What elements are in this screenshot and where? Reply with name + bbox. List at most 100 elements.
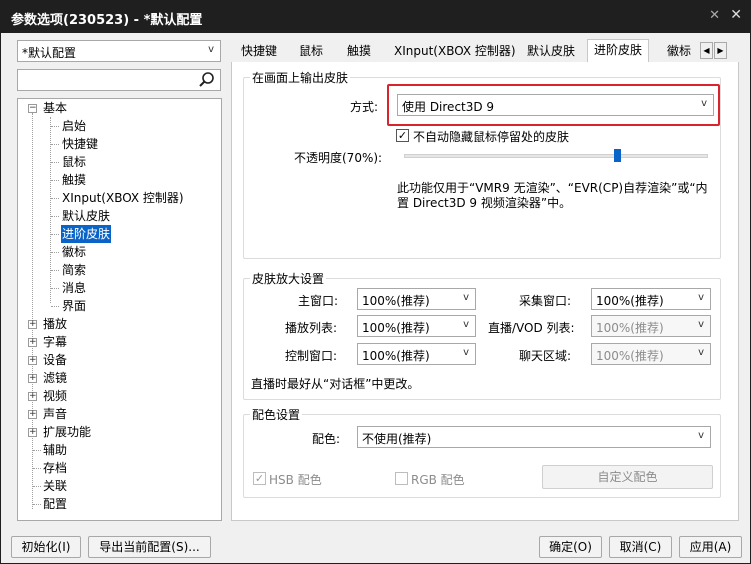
highlight-box: [387, 84, 720, 126]
tree-item-basic[interactable]: 基本: [43, 99, 67, 117]
autohide-checkbox[interactable]: ✓: [396, 129, 409, 142]
expand-icon[interactable]: +: [28, 374, 37, 383]
tree-item[interactable]: 播放: [43, 315, 67, 333]
expand-icon[interactable]: +: [28, 410, 37, 419]
tree-connector: [51, 306, 59, 307]
expand-icon[interactable]: +: [28, 392, 37, 401]
chevron-down-icon: v: [463, 319, 469, 330]
tab-xinput[interactable]: XInput(XBOX 控制器): [388, 41, 522, 62]
window-title: 参数选项(230523) - *默认配置: [11, 13, 203, 28]
tree-item[interactable]: 简索: [62, 261, 86, 279]
expand-icon[interactable]: +: [28, 320, 37, 329]
output-group-title: 在画面上输出皮肤: [250, 69, 351, 86]
settings-tree: − 基本 启始 快捷键 鼠标 触摸 XInput(XBOX 控制器) 默认皮肤 …: [17, 98, 222, 521]
live-vod-value: 100%(推荐): [596, 321, 664, 335]
search-icon[interactable]: [198, 71, 216, 92]
tree-item[interactable]: 声音: [43, 405, 67, 423]
collapse-icon[interactable]: −: [28, 104, 37, 113]
capture-window-value: 100%(推荐): [596, 294, 664, 308]
tree-connector: [51, 270, 59, 271]
tree-item[interactable]: 触摸: [62, 171, 86, 189]
search-input[interactable]: [17, 69, 221, 91]
chevron-down-icon: v: [463, 347, 469, 358]
chevron-down-icon: v: [698, 292, 704, 303]
live-vod-select: 100%(推荐) v: [591, 315, 711, 337]
tree-connector: [33, 468, 41, 469]
control-window-value: 100%(推荐): [362, 349, 430, 363]
chevron-down-icon: v: [463, 292, 469, 303]
live-vod-label: 直播/VOD 列表:: [488, 321, 575, 335]
tab-advanced-skin[interactable]: 进阶皮肤: [587, 39, 650, 62]
tree-item[interactable]: 滤镜: [43, 369, 67, 387]
rgb-label: RGB 配色: [411, 473, 465, 487]
chevron-down-icon: v: [208, 44, 214, 55]
chat-area-select: 100%(推荐) v: [591, 343, 711, 365]
tree-item[interactable]: 启始: [62, 117, 86, 135]
tree-item[interactable]: 徽标: [62, 243, 86, 261]
cancel-button[interactable]: 取消(C): [609, 536, 672, 558]
profile-select[interactable]: *默认配置 v: [17, 40, 221, 62]
main-window-value: 100%(推荐): [362, 294, 430, 308]
tab-mouse[interactable]: 鼠标: [293, 41, 329, 62]
profile-select-value: *默认配置: [22, 46, 77, 60]
tab-scroll-left-icon[interactable]: ◀: [700, 42, 713, 59]
autohide-label: 不自动隐藏鼠标停留处的皮肤: [413, 130, 570, 144]
rgb-checkbox: [395, 472, 408, 485]
apply-button[interactable]: 应用(A): [679, 536, 742, 558]
tab-touch[interactable]: 触摸: [341, 41, 377, 62]
tab-scroll-right-icon[interactable]: ▶: [714, 42, 727, 59]
hsb-checkbox: ✓: [253, 472, 266, 485]
tree-item[interactable]: 设备: [43, 351, 67, 369]
tree-connector: [33, 450, 41, 451]
tree-connector: [51, 288, 59, 289]
opacity-label: 不透明度(70%):: [294, 151, 383, 165]
tree-item[interactable]: 视频: [43, 387, 67, 405]
main-window-select[interactable]: 100%(推荐) v: [357, 288, 476, 310]
color-scheme-select[interactable]: 不使用(推荐) v: [357, 426, 711, 448]
control-window-label: 控制窗口:: [285, 349, 338, 363]
tree-connector: [51, 162, 59, 163]
chat-area-label: 聊天区域:: [519, 349, 572, 363]
close-icon[interactable]: ✕: [730, 7, 742, 23]
tree-connector: [51, 198, 59, 199]
color-scheme-label: 配色:: [312, 432, 341, 446]
title-bar: 参数选项(230523) - *默认配置 ✕ ✕: [1, 1, 750, 33]
tree-connector: [51, 234, 59, 235]
tree-item[interactable]: 辅助: [43, 441, 67, 459]
expand-icon[interactable]: +: [28, 356, 37, 365]
opacity-slider-thumb[interactable]: [613, 149, 621, 162]
tree-item[interactable]: 界面: [62, 297, 86, 315]
playlist-select[interactable]: 100%(推荐) v: [357, 315, 476, 337]
tab-default-skin[interactable]: 默认皮肤: [521, 41, 581, 62]
tree-item[interactable]: 默认皮肤: [62, 207, 110, 225]
tree-item[interactable]: 快捷键: [62, 135, 98, 153]
tree-connector: [51, 216, 59, 217]
tree-connector: [51, 252, 59, 253]
opacity-slider[interactable]: [404, 154, 708, 158]
tree-item[interactable]: 消息: [62, 279, 86, 297]
tree-connector: [33, 504, 41, 505]
chevron-down-icon: v: [698, 319, 704, 330]
tree-item[interactable]: 字幕: [43, 333, 67, 351]
tree-item[interactable]: 关联: [43, 477, 67, 495]
tree-item[interactable]: 存档: [43, 459, 67, 477]
ok-button[interactable]: 确定(O): [539, 536, 602, 558]
tree-item[interactable]: XInput(XBOX 控制器): [62, 189, 184, 207]
control-window-select[interactable]: 100%(推荐) v: [357, 343, 476, 365]
tree-connector: [51, 180, 59, 181]
capture-window-select[interactable]: 100%(推荐) v: [591, 288, 711, 310]
init-button[interactable]: 初始化(I): [11, 536, 81, 558]
tab-logo[interactable]: 徽标: [661, 41, 697, 62]
playlist-value: 100%(推荐): [362, 321, 430, 335]
capture-window-label: 采集窗口:: [519, 294, 572, 308]
tree-item[interactable]: 鼠标: [62, 153, 86, 171]
tree-item[interactable]: 扩展功能: [43, 423, 91, 441]
pin-icon[interactable]: ✕: [709, 8, 720, 23]
expand-icon[interactable]: +: [28, 428, 37, 437]
tree-item-selected[interactable]: 进阶皮肤: [61, 225, 112, 243]
tree-item[interactable]: 配置: [43, 495, 67, 513]
tab-hotkeys[interactable]: 快捷键: [235, 41, 283, 62]
expand-icon[interactable]: +: [28, 338, 37, 347]
export-config-button[interactable]: 导出当前配置(S)...: [88, 536, 211, 558]
tree-connector: [33, 486, 41, 487]
